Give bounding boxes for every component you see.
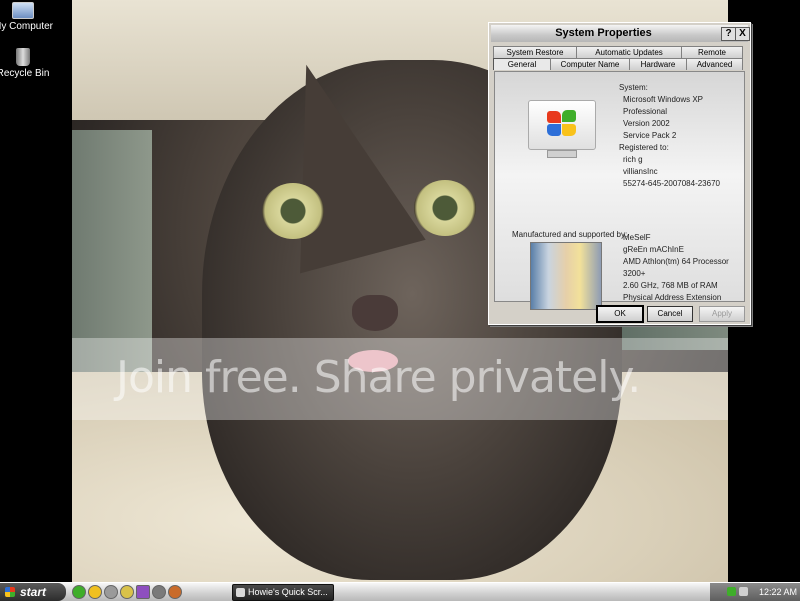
logo-flag-yellow	[562, 124, 576, 136]
registered-line: villiansInc	[623, 167, 658, 176]
tray-icon[interactable]	[727, 587, 736, 596]
cancel-button[interactable]: Cancel	[647, 306, 693, 322]
start-label: start	[20, 585, 47, 599]
quick-launch-icon[interactable]	[72, 585, 86, 599]
windows-logo-icon	[528, 100, 596, 150]
tab-row-front: General Computer Name Hardware Advanced	[493, 58, 743, 71]
close-icon[interactable]: X	[735, 27, 750, 41]
manufacturer-line: 2.60 GHz, 768 MB of RAM	[623, 281, 718, 290]
clock[interactable]: 12:22 AM	[757, 583, 799, 601]
registered-line: rich g	[623, 155, 643, 164]
tray-icon[interactable]	[739, 587, 748, 596]
registered-heading: Registered to:	[619, 143, 669, 152]
system-line: Professional	[623, 107, 668, 116]
ok-button[interactable]: OK	[596, 305, 644, 323]
system-properties-dialog: System Properties ? X System Restore Aut…	[488, 22, 751, 325]
taskbar: start Howie's Quick Scr... 12:22 AM	[0, 582, 800, 601]
manufacturer-line: Physical Address Extension	[623, 293, 722, 302]
system-info: System: Microsoft Windows XP Professiona…	[619, 82, 703, 142]
desktop-icon-label: My Computer	[0, 21, 53, 32]
manufacturer-line: AMD Athlon(tm) 64 Processor	[623, 257, 729, 266]
tab-computer-name[interactable]: Computer Name	[550, 58, 630, 70]
general-tab-panel: System: Microsoft Windows XP Professiona…	[494, 71, 745, 310]
quick-launch-icon[interactable]	[120, 585, 134, 599]
registered-line: 55274-645-2007084-23670	[623, 179, 720, 188]
monitor-stand	[547, 150, 577, 158]
start-button[interactable]: start	[0, 583, 66, 601]
quick-launch-icon[interactable]	[136, 585, 150, 599]
logo-flag-blue	[547, 124, 561, 136]
tab-advanced[interactable]: Advanced	[686, 58, 743, 70]
logo-flag-red	[547, 111, 561, 123]
registered-info: Registered to: rich g villiansInc 55274-…	[619, 142, 720, 190]
apply-button[interactable]: Apply	[699, 306, 745, 322]
tab-system-restore[interactable]: System Restore	[493, 46, 577, 58]
cat-eye-left	[262, 183, 324, 239]
help-icon[interactable]: ?	[721, 27, 736, 41]
desktop-icon-recycle-bin[interactable]: Recycle Bin	[0, 48, 58, 79]
cat-nose	[352, 295, 398, 331]
manufacturer-line: gReEn mAChInE	[623, 245, 684, 254]
computer-icon	[12, 2, 34, 19]
tab-automatic-updates[interactable]: Automatic Updates	[576, 46, 682, 58]
app-icon	[236, 588, 245, 597]
system-line: Service Pack 2	[623, 131, 677, 140]
windows-flag-icon	[5, 587, 15, 597]
tab-hardware[interactable]: Hardware	[629, 58, 687, 70]
dialog-title: System Properties	[555, 27, 652, 39]
quick-launch-icon[interactable]	[104, 585, 118, 599]
manufacturer-line: MeSelF	[623, 233, 651, 242]
dialog-titlebar[interactable]: System Properties ? X	[491, 25, 750, 42]
watermark-text: Join free. Share privately.	[116, 352, 641, 403]
quick-launch-icon[interactable]	[88, 585, 102, 599]
cat-eye-right	[414, 180, 476, 236]
manufacturer-info: MeSelF gReEn mAChInE AMD Athlon(tm) 64 P…	[623, 232, 729, 304]
tab-remote[interactable]: Remote	[681, 46, 743, 58]
cat-ear-left	[248, 46, 426, 274]
desktop-icon-label: Recycle Bin	[0, 68, 50, 79]
desktop-icon-my-computer[interactable]: My Computer	[0, 2, 58, 32]
tab-general[interactable]: General	[493, 58, 551, 70]
manufacturer-heading: Manufactured and supported by:	[512, 230, 628, 239]
quick-launch-icon[interactable]	[152, 585, 166, 599]
manufacturer-line: 3200+	[623, 269, 646, 278]
system-line: Microsoft Windows XP	[623, 95, 704, 104]
oem-logo-image	[530, 242, 602, 310]
system-heading: System:	[619, 83, 648, 92]
taskbar-button-howies-quick-screenshot[interactable]: Howie's Quick Scr...	[232, 584, 334, 601]
system-line: Version 2002	[623, 119, 670, 128]
system-tray: 12:22 AM	[710, 583, 800, 601]
taskbar-button-label: Howie's Quick Scr...	[248, 587, 328, 597]
quick-launch-icon[interactable]	[168, 585, 182, 599]
logo-flag-green	[562, 110, 576, 122]
recycle-bin-icon	[16, 48, 30, 66]
